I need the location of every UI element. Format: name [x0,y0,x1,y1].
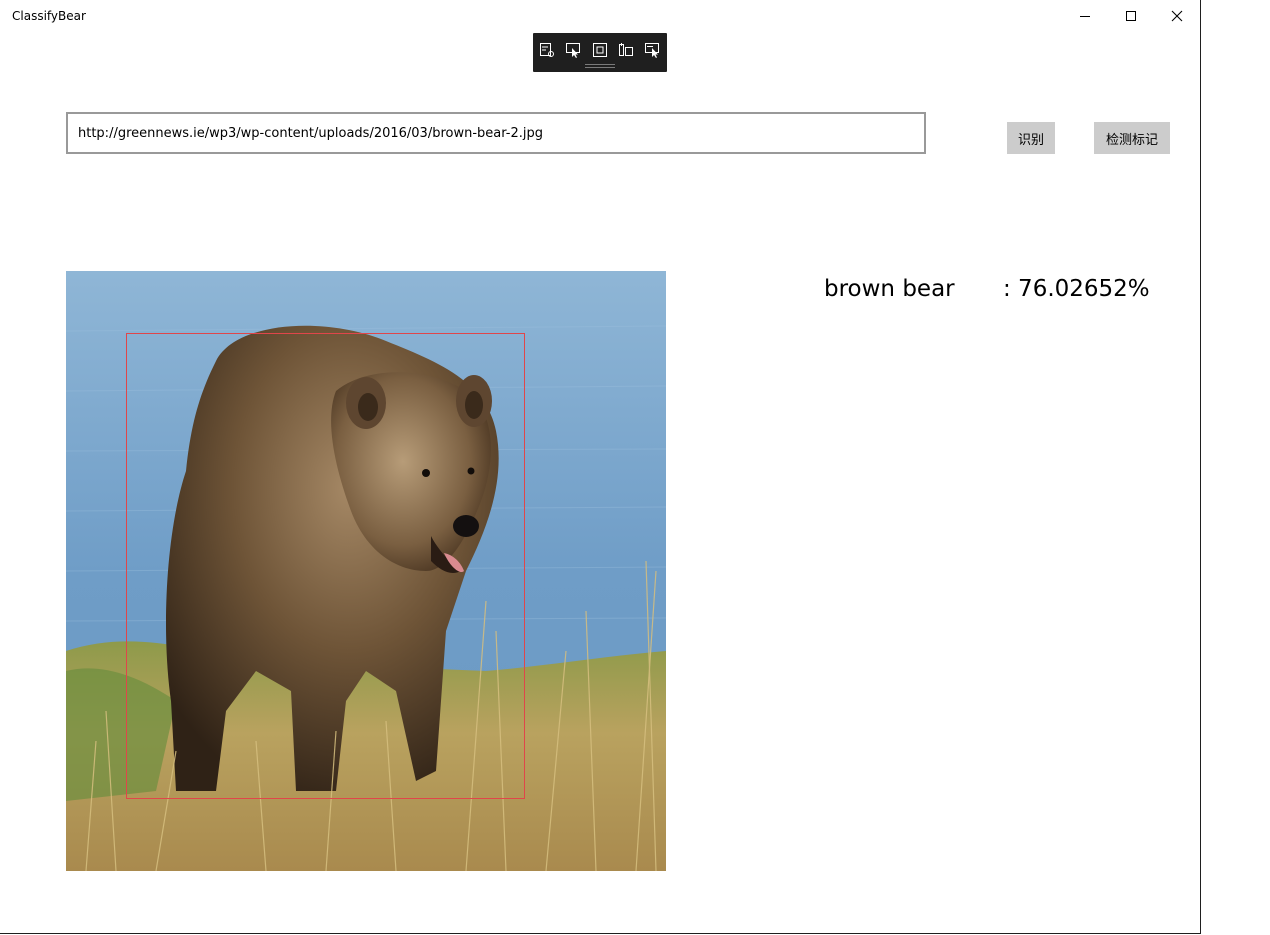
select-element-hover-icon[interactable] [643,41,661,59]
classify-button[interactable]: 识别 [1007,122,1055,154]
track-focus-icon[interactable] [617,41,635,59]
detect-mark-button[interactable]: 检测标记 [1094,122,1170,154]
live-visual-tree-icon[interactable] [538,41,556,59]
close-icon [1171,10,1183,22]
image-url-input[interactable] [66,112,926,154]
result-label: brown bear [824,276,955,302]
toolbar-drag-handle[interactable] [585,64,615,68]
minimize-icon [1080,16,1090,17]
display-layout-adorners-icon[interactable] [591,41,609,59]
result-score: : 76.02652% [1003,276,1150,302]
close-button[interactable] [1154,0,1200,32]
minimize-button[interactable] [1062,0,1108,32]
maximize-icon [1126,11,1136,21]
debug-toolbar [533,33,667,72]
window-title: ClassifyBear [12,9,86,23]
bear-image [66,271,666,871]
app-window: ClassifyBear http://greennews.ie/wp3/wp-… [0,0,1201,934]
select-element-icon[interactable] [564,41,582,59]
maximize-button[interactable] [1108,0,1154,32]
